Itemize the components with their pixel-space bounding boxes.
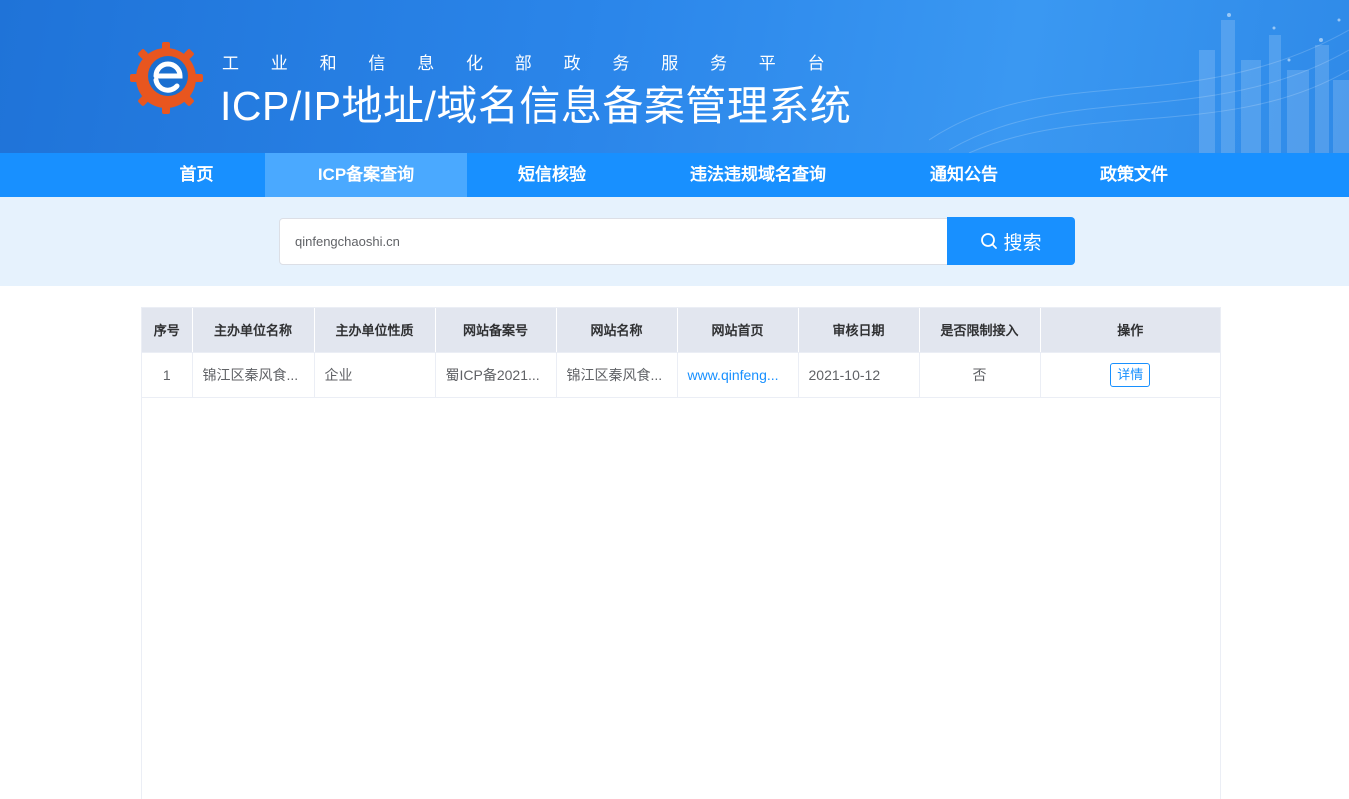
cell-record-no: 蜀ICP备2021... xyxy=(435,352,557,398)
search-area: 搜索 xyxy=(0,197,1349,286)
cell-org-name: 锦江区秦风食... xyxy=(192,352,315,398)
nav-item-icp-query[interactable]: ICP备案查询 xyxy=(265,153,467,197)
page-title: ICP/IP地址/域名信息备案管理系统 xyxy=(220,83,852,129)
col-header-org-type: 主办单位性质 xyxy=(314,308,436,353)
col-header-restricted: 是否限制接入 xyxy=(919,308,1041,353)
cell-index: 1 xyxy=(142,352,193,398)
cell-homepage-link[interactable]: www.qinfeng... xyxy=(677,352,799,398)
search-icon xyxy=(981,233,998,249)
nav-item-home[interactable]: 首页 xyxy=(128,153,265,197)
cell-org-type: 企业 xyxy=(314,352,436,398)
nav-item-sms-verify[interactable]: 短信核验 xyxy=(467,153,637,197)
col-header-org-name: 主办单位名称 xyxy=(192,308,315,353)
results-table-container: 序号 主办单位名称 主办单位性质 网站备案号 网站名称 网站首页 审核日期 是否… xyxy=(141,307,1221,799)
col-header-homepage: 网站首页 xyxy=(677,308,799,353)
search-button-label: 搜索 xyxy=(1003,232,1042,254)
col-header-index: 序号 xyxy=(142,308,193,353)
search-button[interactable]: 搜索 xyxy=(947,217,1075,265)
search-input[interactable] xyxy=(279,218,949,265)
cell-restricted: 否 xyxy=(919,352,1041,398)
city-skyline-decoration xyxy=(929,13,1349,153)
results-table: 序号 主办单位名称 主办单位性质 网站备案号 网站名称 网站首页 审核日期 是否… xyxy=(142,308,1220,398)
detail-button[interactable]: 详情 xyxy=(1110,362,1151,387)
col-header-action: 操作 xyxy=(1040,308,1220,353)
header-subtitle: 工业和信息化部政务服务平台 xyxy=(222,54,857,73)
main-nav: 首页 ICP备案查询 短信核验 违法违规域名查询 通知公告 政策文件 xyxy=(0,153,1349,197)
col-header-review-date: 审核日期 xyxy=(798,308,920,353)
miit-logo-icon xyxy=(130,42,203,114)
nav-item-policy-docs[interactable]: 政策文件 xyxy=(1049,153,1219,197)
cell-action: 详情 xyxy=(1040,352,1220,398)
table-header-row: 序号 主办单位名称 主办单位性质 网站备案号 网站名称 网站首页 审核日期 是否… xyxy=(142,308,1220,353)
nav-item-notices[interactable]: 通知公告 xyxy=(879,153,1049,197)
cell-site-name: 锦江区秦风食... xyxy=(556,352,678,398)
col-header-record-no: 网站备案号 xyxy=(435,308,557,353)
table-row: 1 锦江区秦风食... 企业 蜀ICP备2021... 锦江区秦风食... ww… xyxy=(142,352,1220,398)
cell-review-date: 2021-10-12 xyxy=(798,352,920,398)
nav-item-illegal-domain-query[interactable]: 违法违规域名查询 xyxy=(637,153,879,197)
col-header-site-name: 网站名称 xyxy=(556,308,678,353)
header-banner: 工业和信息化部政务服务平台 ICP/IP地址/域名信息备案管理系统 xyxy=(0,0,1349,153)
